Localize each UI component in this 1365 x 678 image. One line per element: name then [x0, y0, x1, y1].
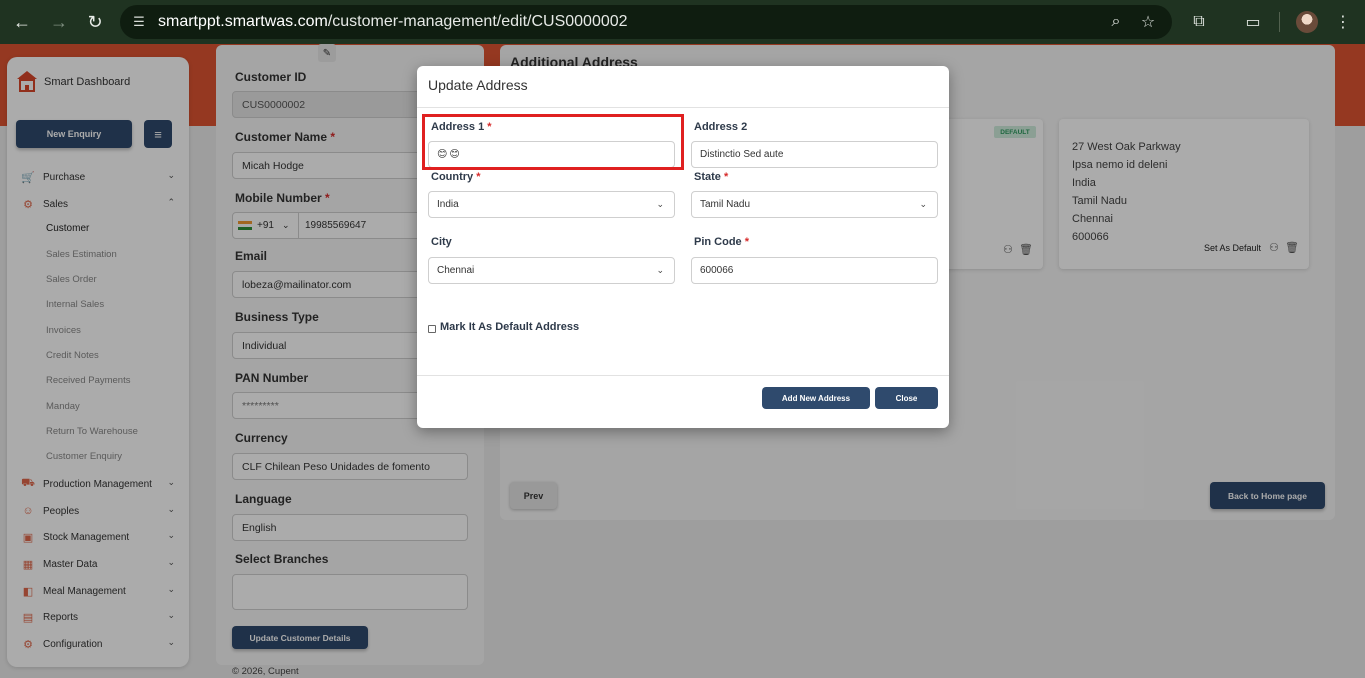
url-text[interactable]: smartppt.smartwas.com/customer-managemen…	[158, 13, 628, 31]
pincode-label: Pin Code *	[694, 236, 750, 248]
highlight-box	[422, 114, 684, 170]
state-select[interactable]: Tamil Nadu ⌄	[691, 191, 938, 218]
add-new-address-button[interactable]: Add New Address	[762, 387, 870, 409]
state-value: Tamil Nadu	[700, 199, 751, 210]
pincode-input[interactable]: 600066	[691, 257, 938, 284]
chevron-down-icon: ⌄	[656, 199, 664, 209]
back-arrow-icon[interactable]: ←	[10, 10, 34, 34]
cast-icon[interactable]: ▭	[1242, 11, 1264, 33]
reload-icon[interactable]: ↻	[83, 10, 107, 34]
url-path: /customer-management/edit/CUS0000002	[327, 13, 628, 30]
tune-icon[interactable]: ☰	[130, 13, 148, 31]
browser-toolbar: ← → ↻ ☰ smartppt.smartwas.com/customer-m…	[0, 0, 1365, 44]
address2-input[interactable]: Distinctio Sed aute	[691, 141, 938, 168]
close-button[interactable]: Close	[875, 387, 938, 409]
url-host: smartppt.smartwas.com	[158, 13, 328, 30]
profile-avatar[interactable]	[1296, 11, 1318, 33]
modal-title: Update Address	[428, 77, 528, 93]
state-label: State *	[694, 171, 729, 183]
toolbar-divider	[1279, 12, 1280, 32]
modal-footer-divider	[417, 375, 949, 376]
default-address-checkbox[interactable]	[428, 325, 436, 333]
default-address-label[interactable]: Mark It As Default Address	[440, 321, 579, 333]
country-value: India	[437, 199, 459, 210]
country-select[interactable]: India ⌄	[428, 191, 675, 218]
address2-label: Address 2	[694, 121, 748, 133]
city-label: City	[431, 236, 452, 248]
modal-header-divider	[417, 107, 949, 108]
zoom-icon[interactable]: ⌕	[1106, 12, 1126, 32]
city-value: Chennai	[437, 265, 475, 276]
address-bar[interactable]: ☰ smartppt.smartwas.com/customer-managem…	[120, 5, 1172, 39]
chevron-down-icon: ⌄	[656, 265, 664, 275]
city-select[interactable]: Chennai ⌄	[428, 257, 675, 284]
kebab-menu-icon[interactable]: ⋮	[1332, 11, 1354, 33]
country-label: Country *	[431, 171, 481, 183]
chevron-down-icon: ⌄	[919, 199, 927, 209]
puzzle-icon[interactable]: ⧉	[1188, 11, 1210, 33]
forward-arrow-icon[interactable]: →	[47, 10, 71, 34]
star-icon[interactable]: ☆	[1138, 12, 1158, 32]
